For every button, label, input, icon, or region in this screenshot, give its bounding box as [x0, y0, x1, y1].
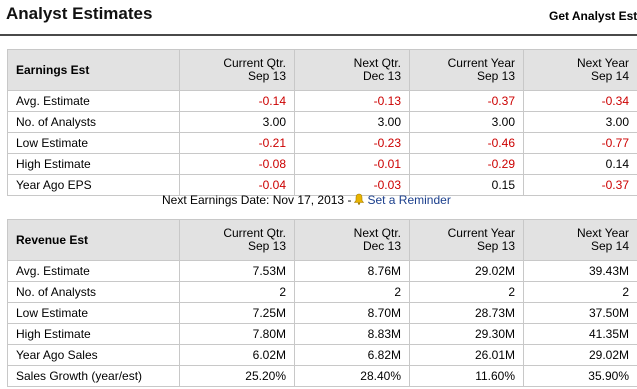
column-header-period: Current Qtr.	[223, 56, 286, 70]
table-cell: 8.83M	[294, 323, 410, 345]
table-cell: 41.35M	[523, 323, 637, 345]
table-cell: 8.70M	[294, 302, 410, 324]
table-row: Low Estimate 7.25M 8.70M 28.73M 37.50M	[7, 302, 637, 324]
table-cell: -0.14	[179, 90, 295, 112]
top-divider	[0, 34, 637, 36]
table-cell: 3.00	[294, 111, 410, 133]
row-label: Year Ago EPS	[7, 174, 180, 196]
revenue-estimates-table: Revenue Est Current Qtr. Sep 13 Next Qtr.…	[7, 219, 637, 387]
column-header-next-year: Next Year Sep 14	[523, 49, 637, 91]
next-earnings-date-text: Next Earnings Date: Nov 17, 2013 -	[162, 193, 352, 207]
column-header-period: Next Year	[576, 226, 629, 240]
column-header-next-year: Next Year Sep 14	[523, 219, 637, 261]
column-header-date: Sep 13	[476, 69, 515, 83]
row-label: High Estimate	[7, 323, 180, 345]
table-row: Low Estimate -0.21 -0.23 -0.46 -0.77	[7, 132, 637, 154]
set-reminder-link[interactable]: Set a Reminder	[367, 193, 450, 207]
table-cell: -0.23	[294, 132, 410, 154]
row-label: No. of Analysts	[7, 111, 180, 133]
table-cell: -0.08	[179, 153, 295, 175]
earnings-est-header: Earnings Est	[7, 49, 180, 91]
table-cell: 7.53M	[179, 260, 295, 282]
table-cell: 11.60%	[409, 365, 524, 387]
table-cell: -0.29	[409, 153, 524, 175]
table-row: No. of Analysts 3.00 3.00 3.00 3.00	[7, 111, 637, 133]
table-cell: 29.30M	[409, 323, 524, 345]
column-header-period: Next Qtr.	[353, 226, 401, 240]
column-header-date: Sep 13	[247, 69, 286, 83]
table-cell: 25.20%	[179, 365, 295, 387]
table-cell: 2	[179, 281, 295, 303]
table-cell: 3.00	[409, 111, 524, 133]
column-header-date: Sep 13	[247, 239, 286, 253]
column-header-current-qtr: Current Qtr. Sep 13	[179, 219, 295, 261]
table-cell: -0.77	[523, 132, 637, 154]
table-cell: 28.73M	[409, 302, 524, 324]
table-cell: 3.00	[523, 111, 637, 133]
row-label: Sales Growth (year/est)	[7, 365, 180, 387]
column-header-current-year: Current Year Sep 13	[409, 219, 524, 261]
table-cell: 2	[409, 281, 524, 303]
column-header-next-qtr: Next Qtr. Dec 13	[294, 49, 410, 91]
table-cell: -0.37	[523, 174, 637, 196]
table-cell: 3.00	[179, 111, 295, 133]
column-header-current-year: Current Year Sep 13	[409, 49, 524, 91]
table-row: Year Ago Sales 6.02M 6.82M 26.01M 29.02M	[7, 344, 637, 366]
get-analyst-estimates-link[interactable]: Get Analyst Esti	[549, 9, 637, 23]
table-cell: 39.43M	[523, 260, 637, 282]
column-header-current-qtr: Current Qtr. Sep 13	[179, 49, 295, 91]
table-cell: 28.40%	[294, 365, 410, 387]
column-header-date: Sep 14	[590, 239, 629, 253]
table-cell: 26.01M	[409, 344, 524, 366]
bell-icon[interactable]	[353, 193, 365, 205]
table-cell: 29.02M	[523, 344, 637, 366]
column-header-date: Dec 13	[362, 239, 401, 253]
column-header-date: Sep 14	[590, 69, 629, 83]
next-earnings-date: Next Earnings Date: Nov 17, 2013 - Set a…	[162, 193, 451, 207]
column-header-next-qtr: Next Qtr. Dec 13	[294, 219, 410, 261]
table-row: Avg. Estimate 7.53M 8.76M 29.02M 39.43M	[7, 260, 637, 282]
row-label: No. of Analysts	[7, 281, 180, 303]
table-cell: 6.02M	[179, 344, 295, 366]
table-row: High Estimate 7.80M 8.83M 29.30M 41.35M	[7, 323, 637, 345]
table-cell: 29.02M	[409, 260, 524, 282]
table-cell: -0.46	[409, 132, 524, 154]
table-cell: 7.80M	[179, 323, 295, 345]
column-header-period: Current Year	[447, 226, 515, 240]
table-cell: -0.21	[179, 132, 295, 154]
table-row: Avg. Estimate -0.14 -0.13 -0.37 -0.34	[7, 90, 637, 112]
table-cell: -0.01	[294, 153, 410, 175]
column-header-date: Sep 13	[476, 239, 515, 253]
table-header-row: Revenue Est Current Qtr. Sep 13 Next Qtr.…	[7, 219, 637, 261]
revenue-est-header: Revenue Est	[7, 219, 180, 261]
table-header-row: Earnings Est Current Qtr. Sep 13 Next Qtr…	[7, 49, 637, 91]
table-cell: -0.13	[294, 90, 410, 112]
table-row: Sales Growth (year/est) 25.20% 28.40% 11.60…	[7, 365, 637, 387]
column-header-period: Next Year	[576, 56, 629, 70]
table-cell: -0.37	[409, 90, 524, 112]
column-header-period: Current Qtr.	[223, 226, 286, 240]
column-header-period: Current Year	[447, 56, 515, 70]
page-title: Analyst Estimates	[6, 4, 153, 23]
column-header-date: Dec 13	[362, 69, 401, 83]
table-cell: 2	[294, 281, 410, 303]
table-cell: 37.50M	[523, 302, 637, 324]
row-label: Year Ago Sales	[7, 344, 180, 366]
row-label: Avg. Estimate	[7, 90, 180, 112]
table-cell: -0.34	[523, 90, 637, 112]
table-cell: 35.90%	[523, 365, 637, 387]
table-row: No. of Analysts 2 2 2 2	[7, 281, 637, 303]
table-cell: 2	[523, 281, 637, 303]
row-label: Low Estimate	[7, 302, 180, 324]
table-cell: 8.76M	[294, 260, 410, 282]
table-cell: 0.14	[523, 153, 637, 175]
row-label: Low Estimate	[7, 132, 180, 154]
row-label: Avg. Estimate	[7, 260, 180, 282]
table-cell: 7.25M	[179, 302, 295, 324]
earnings-estimates-table: Earnings Est Current Qtr. Sep 13 Next Qtr…	[7, 49, 637, 196]
table-cell: 6.82M	[294, 344, 410, 366]
column-header-period: Next Qtr.	[353, 56, 401, 70]
row-label: High Estimate	[7, 153, 180, 175]
table-row: High Estimate -0.08 -0.01 -0.29 0.14	[7, 153, 637, 175]
